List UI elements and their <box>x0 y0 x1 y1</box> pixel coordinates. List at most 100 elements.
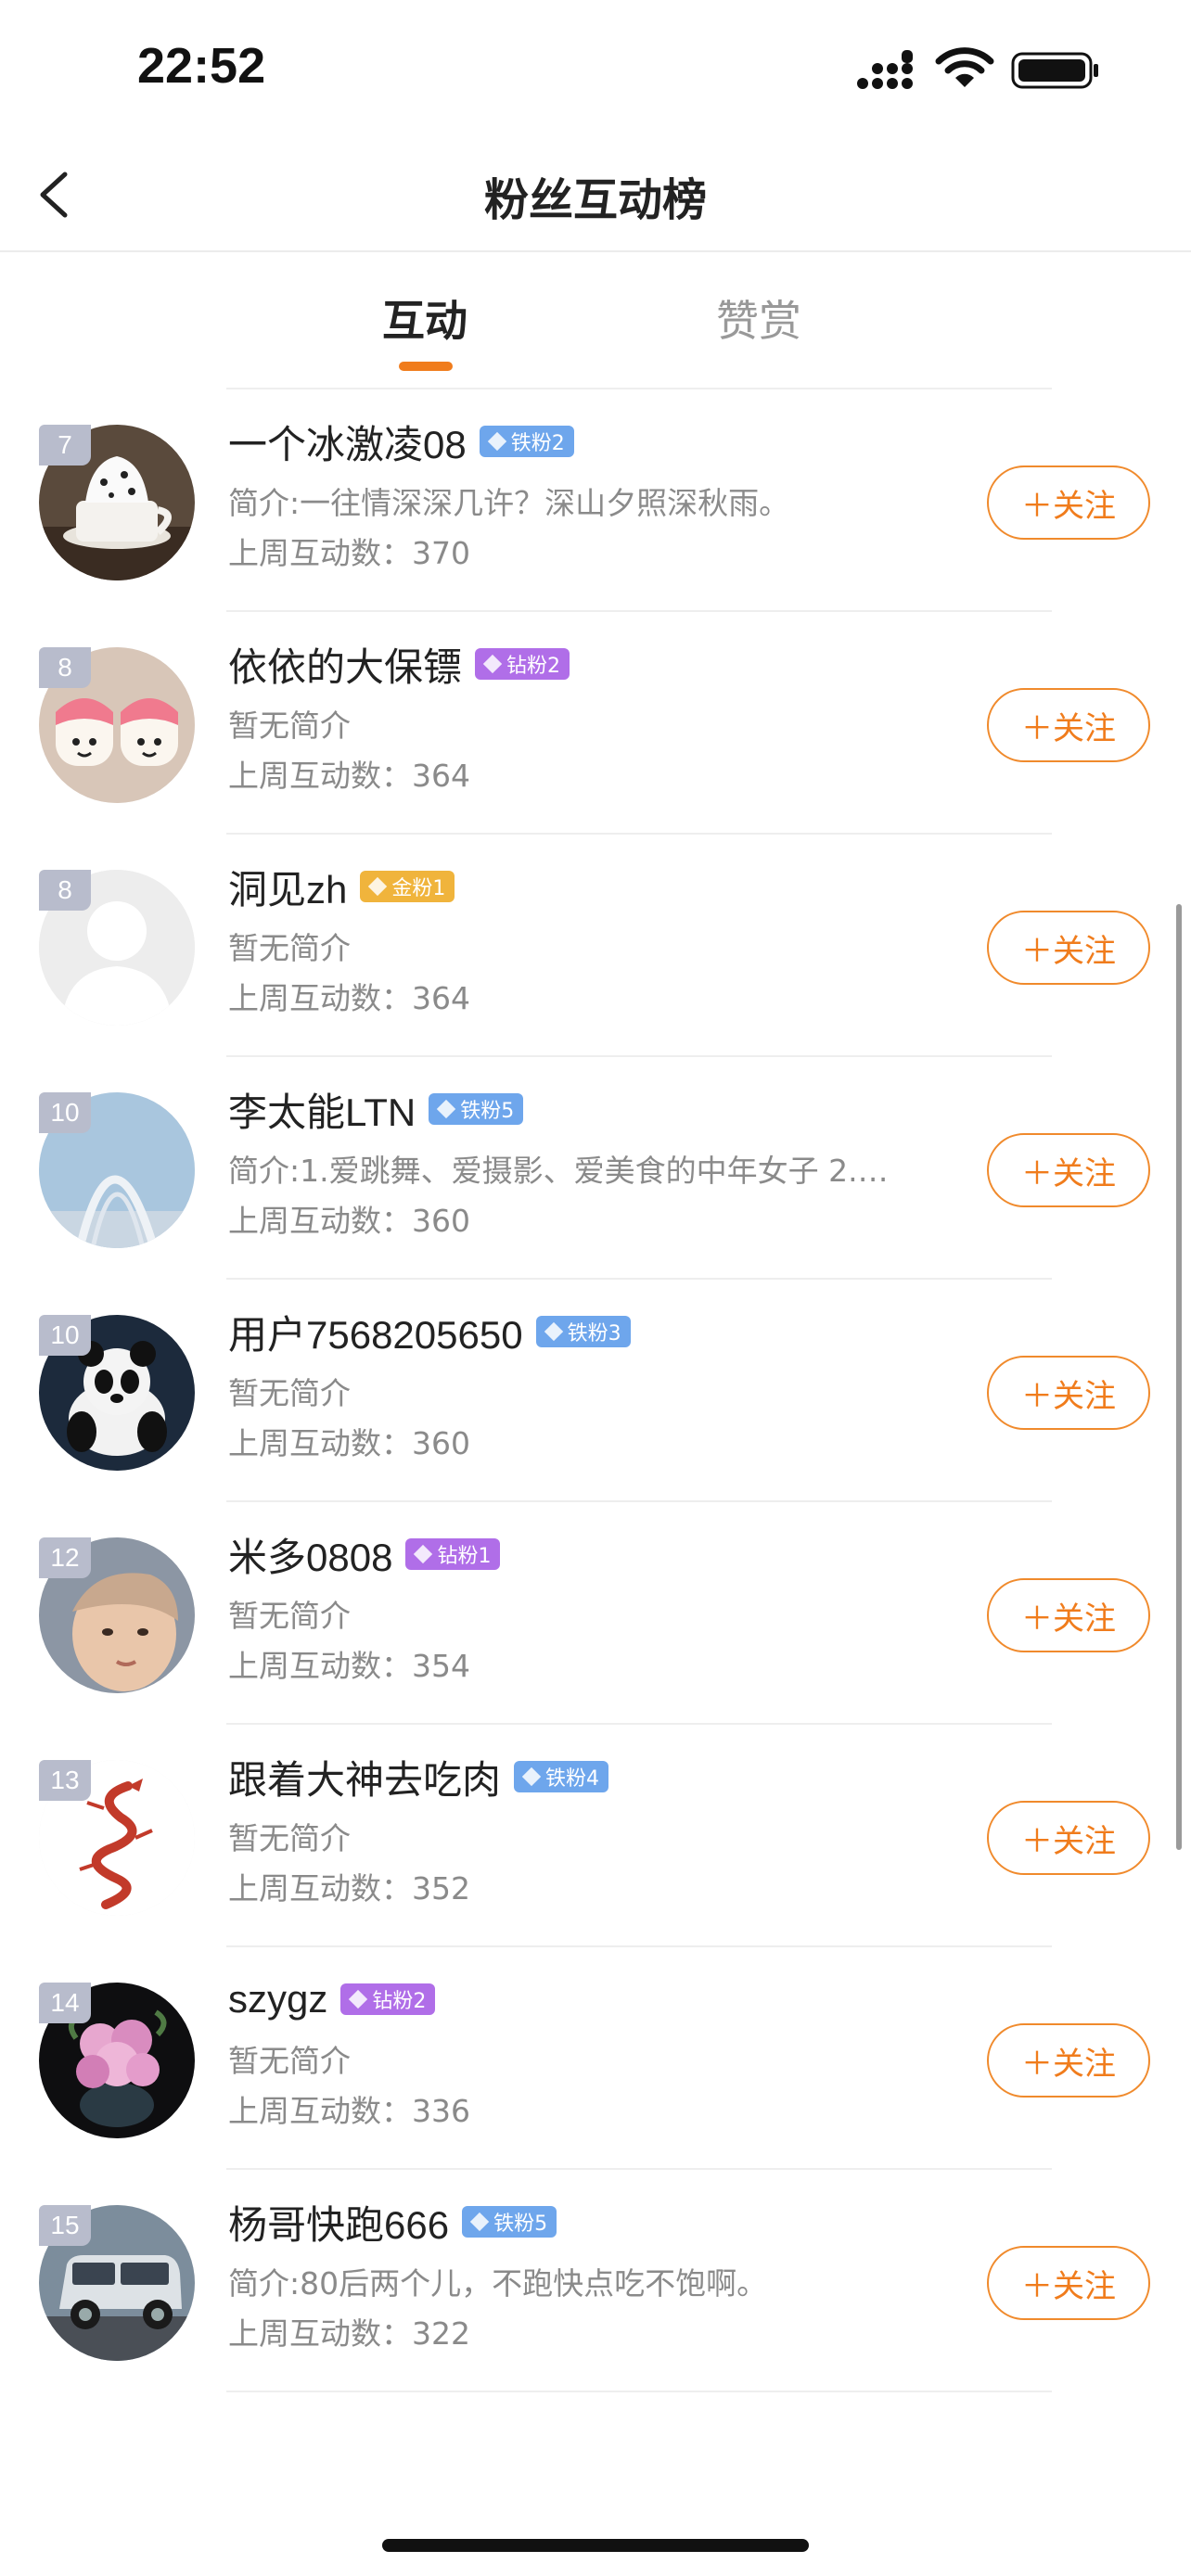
count-value: 354 <box>412 1648 470 1684</box>
follow-button[interactable]: ＋关注 <box>987 688 1150 762</box>
fan-bio: 暂无简介 <box>228 1598 351 1634</box>
fan-bio: 暂无简介 <box>228 2043 351 2079</box>
follow-button[interactable]: ＋关注 <box>987 1356 1150 1430</box>
rank-badge: 14 <box>39 1983 91 2023</box>
fan-level-badge: 金粉1 <box>360 871 455 902</box>
weekly-interaction-count: 上周互动数：364 <box>228 751 470 796</box>
fan-name[interactable]: 洞见zh <box>228 859 347 915</box>
weekly-interaction-count: 上周互动数：364 <box>228 974 470 1018</box>
fan-level-badge: 钻粉2 <box>340 1983 436 2015</box>
fan-name[interactable]: szygz <box>228 1977 327 2021</box>
gem-icon <box>487 431 506 452</box>
count-value: 364 <box>412 980 470 1016</box>
count-label: 上周互动数： <box>228 535 412 571</box>
follow-button[interactable]: ＋关注 <box>987 465 1150 540</box>
count-label: 上周互动数： <box>228 1203 412 1239</box>
fan-row-3[interactable]: 8 依依的大保镖 钻粉2 暂无简介 上周互动数：364 ＋关注 <box>0 612 1191 835</box>
weekly-interaction-count: 上周互动数：360 <box>228 1196 470 1241</box>
fan-name[interactable]: 米多0808 <box>228 1526 392 1583</box>
follow-button[interactable]: ＋关注 <box>987 911 1150 985</box>
fan-level-label: 钻粉1 <box>437 1545 492 1568</box>
tab-interaction[interactable]: 互动 <box>382 287 467 349</box>
fan-row-4[interactable]: 8 洞见zh 金粉1 暂无简介 上周互动数：364 ＋关注 <box>0 835 1191 1057</box>
weekly-interaction-count: 上周互动数：336 <box>228 2086 470 2131</box>
gem-icon <box>368 876 388 897</box>
rank-badge: 8 <box>39 870 91 911</box>
fan-row-1[interactable]: 6 大牛800116 钻粉1 暂无简介 上周互动数：394 ＋关注 <box>0 371 1191 389</box>
gem-icon <box>437 1099 456 1119</box>
tab-bar: 互动 赞赏 <box>0 252 1191 371</box>
fan-level-label: 钻粉2 <box>372 1990 427 2013</box>
fan-bio: 暂无简介 <box>228 1820 351 1856</box>
fan-row-6[interactable]: 10 用户7568205650 铁粉3 暂无简介 上周互动数：360 ＋关注 <box>0 1280 1191 1502</box>
fan-level-label: 铁粉4 <box>545 1767 600 1791</box>
gem-icon <box>544 1321 563 1342</box>
count-value: 360 <box>412 1425 470 1461</box>
count-value: 364 <box>412 758 470 794</box>
fan-level-badge: 钻粉1 <box>405 1538 501 1570</box>
fan-level-badge: 铁粉4 <box>514 1761 609 1792</box>
count-value: 352 <box>412 1870 470 1906</box>
weekly-interaction-count: 上周互动数：352 <box>228 1864 470 1908</box>
fan-row-10[interactable]: 15 杨哥快跑666 铁粉5 简介:80后两个儿，不跑快点吃不饱啊。 上周互动数… <box>0 2170 1191 2392</box>
follow-button[interactable]: ＋关注 <box>987 1133 1150 1207</box>
count-value: 336 <box>412 2093 470 2129</box>
rank-badge: 15 <box>39 2205 91 2246</box>
follow-button[interactable]: ＋关注 <box>987 2023 1150 2098</box>
fan-level-badge: 铁粉3 <box>535 1316 631 1347</box>
fan-level-label: 铁粉5 <box>460 1100 515 1123</box>
fan-level-label: 铁粉3 <box>567 1322 621 1345</box>
fan-level-label: 铁粉2 <box>510 432 565 455</box>
fan-name[interactable]: 一个冰激凌08 <box>228 414 467 470</box>
row-divider <box>226 2391 1052 2392</box>
fan-name[interactable]: 用户7568205650 <box>228 1304 523 1360</box>
gem-icon <box>521 1766 542 1787</box>
weekly-interaction-count: 上周互动数：354 <box>228 1641 470 1686</box>
count-value: 360 <box>412 1203 470 1239</box>
page-title: 粉丝互动榜 <box>483 174 707 226</box>
follow-button[interactable]: ＋关注 <box>987 2246 1150 2320</box>
status-bar: 22:52 <box>0 0 1191 139</box>
weekly-interaction-count: 上周互动数：322 <box>228 2309 470 2353</box>
fan-bio: 暂无简介 <box>228 708 351 744</box>
status-time: 22:52 <box>137 38 266 94</box>
fan-level-label: 钻粉2 <box>506 655 561 678</box>
battery-icon <box>1011 52 1098 89</box>
fan-bio: 暂无简介 <box>228 930 351 966</box>
gem-icon <box>349 1989 368 2009</box>
fan-name[interactable]: 跟着大神去吃肉 <box>228 1749 501 1805</box>
rank-badge: 10 <box>39 1092 91 1133</box>
weekly-interaction-count: 上周互动数：370 <box>228 529 470 573</box>
count-label: 上周互动数： <box>228 980 412 1016</box>
fan-row-5[interactable]: 10 李太能LTN 铁粉5 简介:1.爱跳舞、爱摄影、爱美食的中年女子 2.… … <box>0 1057 1191 1280</box>
fan-level-label: 铁粉5 <box>493 2213 548 2236</box>
rank-badge: 7 <box>39 425 91 465</box>
gem-icon <box>414 1544 433 1564</box>
tab-reward[interactable]: 赞赏 <box>716 287 801 349</box>
fan-bio: 简介:1.爱跳舞、爱摄影、爱美食的中年女子 2.… <box>228 1153 889 1189</box>
navigation-bar: 粉丝互动榜 <box>0 139 1191 252</box>
home-indicator[interactable] <box>382 2539 809 2552</box>
gem-icon <box>469 2212 490 2232</box>
fan-row-2[interactable]: 7 一个冰激凌08 铁粉2 简介:一往情深深几许？深山夕照深秋雨。 上周互动数：… <box>0 389 1191 612</box>
count-value: 322 <box>412 2315 470 2352</box>
fan-bio: 简介:一往情深深几许？深山夕照深秋雨。 <box>228 485 790 521</box>
fan-name[interactable]: 杨哥快跑666 <box>228 2194 449 2251</box>
rank-badge: 10 <box>39 1315 91 1356</box>
count-label: 上周互动数： <box>228 758 412 794</box>
fan-name[interactable]: 依依的大保镖 <box>228 636 462 693</box>
fan-level-label: 金粉1 <box>391 877 446 900</box>
fan-level-badge: 铁粉5 <box>429 1093 524 1125</box>
follow-button[interactable]: ＋关注 <box>987 1578 1150 1652</box>
count-label: 上周互动数： <box>228 1870 412 1906</box>
rank-badge: 8 <box>39 647 91 688</box>
fan-list-viewport[interactable]: 6 大牛800116 钻粉1 暂无简介 上周互动数：394 ＋关注 7 一个冰激… <box>0 371 1191 2576</box>
fan-list: 6 大牛800116 钻粉1 暂无简介 上周互动数：394 ＋关注 7 一个冰激… <box>0 371 1191 2392</box>
fan-row-8[interactable]: 13 跟着大神去吃肉 铁粉4 暂无简介 上周互动数：352 ＋关注 <box>0 1725 1191 1947</box>
fan-row-7[interactable]: 12 米多0808 钻粉1 暂无简介 上周互动数：354 ＋关注 <box>0 1502 1191 1725</box>
fan-name[interactable]: 李太能LTN <box>228 1081 416 1138</box>
wifi-icon <box>935 47 994 87</box>
follow-button[interactable]: ＋关注 <box>987 1801 1150 1875</box>
scrollbar[interactable] <box>1176 904 1182 1850</box>
fan-row-9[interactable]: 14 szygz 钻粉2 暂无简介 上周互动数：336 ＋关注 <box>0 1947 1191 2170</box>
